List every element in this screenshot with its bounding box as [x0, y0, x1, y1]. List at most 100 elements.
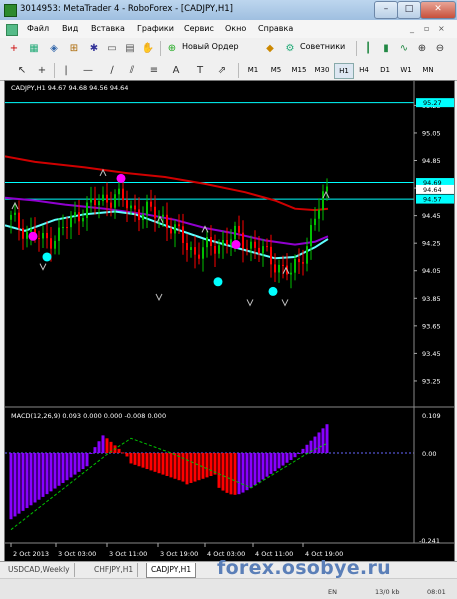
trendline-icon[interactable]: ∕	[104, 63, 120, 78]
candle-body	[198, 254, 200, 259]
new-order-button[interactable]: Новый Ордер	[182, 42, 239, 51]
mdi-minimize-icon[interactable]: _	[410, 24, 414, 33]
text-icon[interactable]: A	[168, 63, 184, 78]
language-indicator: EN	[328, 588, 337, 596]
navigator-icon[interactable]: ✱	[86, 41, 102, 56]
vertical-line-icon[interactable]: |	[58, 63, 74, 78]
candle-body	[202, 247, 204, 259]
expert-advisors-button[interactable]: Советники	[300, 42, 345, 51]
menu-help[interactable]: Справка	[258, 24, 293, 33]
tab-cadjpy-h1[interactable]: CADJPY,H1	[146, 563, 197, 578]
macd-bar	[149, 453, 153, 471]
hand-icon[interactable]: ✋	[140, 41, 156, 56]
candle-body	[318, 209, 320, 219]
timeframe-h1[interactable]: H1	[334, 63, 354, 79]
timeframe-m1[interactable]: M1	[243, 63, 263, 77]
chart-canvas[interactable]: 95.2595.0594.8594.6594.4594.2594.0593.85…	[4, 81, 454, 562]
zoom-in-icon[interactable]: ⊕	[414, 41, 430, 56]
timeframe-mn[interactable]: MN	[418, 63, 438, 77]
horizontal-line-icon[interactable]: —	[80, 63, 96, 78]
metaeditor-icon[interactable]: ◆	[262, 41, 278, 56]
minimize-button[interactable]: –	[374, 1, 398, 19]
terminal-icon[interactable]: ▭	[104, 41, 120, 56]
macd-bar	[125, 453, 129, 457]
cursor-icon[interactable]: ↖	[14, 63, 30, 78]
menu-view[interactable]: Вид	[62, 24, 78, 33]
timeframe-h4[interactable]: H4	[355, 63, 373, 77]
status-bar: EN 13/0 kb 08:01	[0, 578, 457, 599]
channel-icon[interactable]: ⫽	[124, 63, 140, 78]
macd-histogram	[5, 424, 414, 531]
macd-bar	[289, 453, 293, 460]
mt4-window: 3014953: MetaTrader 4 - RoboForex - [CAD…	[0, 0, 457, 599]
macd-bar	[89, 453, 93, 454]
chart-window-icon[interactable]	[6, 24, 18, 36]
macd-bar	[157, 453, 161, 474]
line-chart-icon[interactable]: ∿	[396, 41, 412, 56]
time-tick-label: 2 Oct 2013	[13, 550, 49, 558]
macd-bar	[241, 453, 245, 493]
macd-bar	[25, 453, 29, 509]
zoom-out-icon[interactable]: ⊖	[432, 41, 448, 56]
timeframe-m5[interactable]: M5	[266, 63, 286, 77]
timeframe-d1[interactable]: D1	[376, 63, 394, 77]
timeframe-m30[interactable]: M30	[311, 63, 333, 77]
tester-icon[interactable]: ▤	[122, 41, 138, 56]
menu-file[interactable]: Файл	[27, 24, 49, 33]
candle-body	[174, 224, 176, 234]
candlesticks-icon[interactable]: ▮	[378, 41, 394, 56]
mdi-restore-icon[interactable]: ▫	[424, 24, 429, 33]
menu-window[interactable]: Окно	[225, 24, 246, 33]
candle-body	[310, 225, 312, 247]
macd-bar	[285, 453, 289, 463]
macd-bar	[9, 453, 13, 520]
candle-body	[14, 212, 16, 215]
menu-insert[interactable]: Вставка	[91, 24, 125, 33]
menu-charts[interactable]: Графики	[137, 24, 174, 33]
timeframe-w1[interactable]: W1	[397, 63, 415, 77]
separator	[54, 63, 55, 78]
data-window-icon[interactable]: ⊞	[66, 41, 82, 56]
expert-advisors-icon[interactable]: ⚙	[282, 41, 298, 56]
crosshair-icon[interactable]: +	[34, 63, 50, 78]
macd-bar	[237, 453, 241, 495]
menu-bar: Файл Вид Вставка Графики Сервис Окно Спр…	[0, 20, 457, 39]
chart-window[interactable]: 95.2595.0594.8594.6594.4594.2594.0593.85…	[4, 80, 455, 563]
label-icon[interactable]: T	[192, 63, 208, 78]
macd-bar	[161, 453, 165, 475]
price-badge-label: 95.27	[423, 99, 442, 107]
macd-bar	[269, 453, 273, 474]
tab-usdcad-weekly[interactable]: USDCAD,Weekly	[4, 563, 75, 577]
timeframe-m15[interactable]: M15	[288, 63, 310, 77]
candle-body	[74, 212, 76, 216]
mdi-close-icon[interactable]: ×	[438, 24, 445, 33]
price-tick-label: 94.45	[422, 212, 441, 220]
macd-bar	[165, 453, 169, 477]
new-order-icon[interactable]: ⊕	[164, 41, 180, 56]
macd-bar	[229, 453, 233, 495]
maximize-button[interactable]: □	[397, 1, 421, 19]
tab-chfjpy-h1[interactable]: CHFJPY,H1	[90, 563, 139, 577]
bar-chart-icon[interactable]: ┃	[360, 41, 376, 56]
macd-bar	[277, 453, 281, 469]
new-chart-icon[interactable]: +	[6, 41, 22, 56]
candle-body	[266, 246, 268, 248]
candle-body	[166, 214, 168, 229]
macd-bar	[193, 453, 197, 482]
arrows-icon[interactable]: ⇗	[214, 63, 230, 78]
macd-bar	[21, 453, 25, 511]
candle-body	[246, 248, 248, 250]
macd-bar	[185, 453, 189, 485]
candle-body	[142, 214, 144, 221]
macd-bar	[261, 453, 265, 480]
candle-body	[58, 227, 60, 241]
market-watch-icon[interactable]: ◈	[46, 41, 62, 56]
price-tick-label: 93.45	[422, 350, 441, 358]
fibonacci-icon[interactable]: ≡	[146, 63, 162, 78]
candle-body	[30, 229, 32, 232]
separator	[160, 41, 161, 56]
profiles-icon[interactable]: ▦	[26, 41, 42, 56]
time-tick-label: 3 Oct 11:00	[109, 550, 147, 558]
close-button[interactable]: ✕	[420, 1, 456, 19]
menu-tools[interactable]: Сервис	[184, 24, 214, 33]
